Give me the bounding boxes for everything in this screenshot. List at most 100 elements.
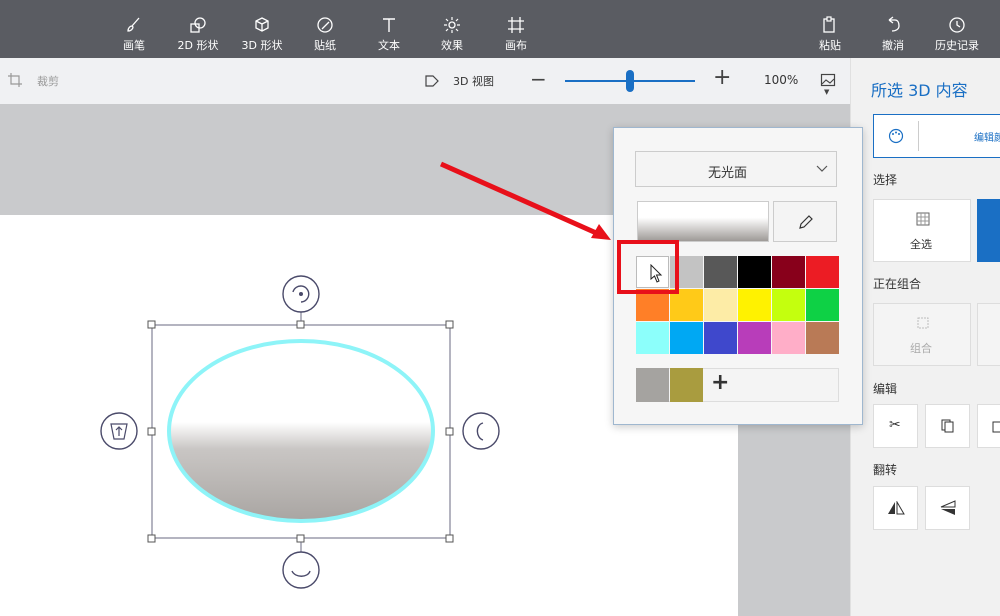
select-all-label: 全选 <box>910 238 932 251</box>
eyedropper-icon <box>799 215 813 229</box>
copy-icon <box>941 419 954 433</box>
zoom-value: 100% <box>764 73 799 87</box>
edit-color-label: 编辑颜 <box>974 133 1000 144</box>
shapes-2d-icon <box>190 17 206 33</box>
flip-horizontal-icon <box>888 501 905 515</box>
group-icon <box>917 317 929 329</box>
color-swatch[interactable] <box>772 289 805 321</box>
rotate-right-icon[interactable] <box>462 412 500 450</box>
depth-left-icon[interactable] <box>100 412 138 450</box>
brush-tool-label: 画笔 <box>123 39 145 52</box>
select-mode-button[interactable] <box>977 199 1000 262</box>
canvas-tool-label: 画布 <box>505 39 527 52</box>
custom-color-swatch[interactable] <box>670 368 703 402</box>
history-icon <box>949 17 965 33</box>
text-icon <box>383 18 395 32</box>
group-button[interactable]: 组合 <box>873 303 971 366</box>
brush-icon <box>127 17 140 32</box>
edit-section-title: 编辑 <box>873 382 898 396</box>
crop-icon[interactable] <box>7 72 23 88</box>
paste-icon <box>823 16 835 33</box>
3d-view-label[interactable]: 3D 视图 <box>453 73 494 89</box>
shapes-2d-tool-label: 2D 形状 <box>177 39 219 52</box>
color-swatch[interactable] <box>738 289 771 321</box>
shapes-2d-tool-button[interactable]: 2D 形状 <box>166 0 230 58</box>
finish-dropdown[interactable]: 无光面 <box>635 151 837 187</box>
view-toolbar: 裁剪 3D 视图 − + 100% ▼ <box>0 58 850 104</box>
3d-ellipse[interactable] <box>167 339 435 523</box>
flip-vertical-icon <box>940 500 956 515</box>
shapes-3d-tool-button[interactable]: 3D 形状 <box>230 0 294 58</box>
undo-label: 撤消 <box>882 39 904 52</box>
effects-tool-button[interactable]: 效果 <box>420 0 484 58</box>
group-label: 组合 <box>910 342 932 355</box>
color-swatch[interactable] <box>704 322 737 354</box>
sticker-tool-button[interactable]: 贴纸 <box>293 0 357 58</box>
add-color-button[interactable]: + <box>711 370 729 395</box>
paste-label: 粘贴 <box>819 39 841 52</box>
crop-label[interactable]: 裁剪 <box>37 73 59 89</box>
paste-button[interactable]: 粘贴 <box>798 0 862 58</box>
flip-vertical-button[interactable] <box>925 486 970 530</box>
rotate-top-icon[interactable] <box>282 275 320 313</box>
color-swatch[interactable] <box>738 256 771 288</box>
color-swatch[interactable] <box>806 256 839 288</box>
color-swatch[interactable] <box>704 256 737 288</box>
rotate-bottom-icon[interactable] <box>282 551 320 589</box>
chevron-down-icon[interactable]: ▼ <box>824 88 829 96</box>
annotation-arrow <box>439 161 611 240</box>
flip-horizontal-button[interactable] <box>873 486 918 530</box>
select-section-title: 选择 <box>873 173 898 187</box>
group-section-title: 正在组合 <box>873 277 922 291</box>
color-swatch[interactable] <box>704 289 737 321</box>
color-swatch[interactable] <box>738 322 771 354</box>
color-swatch[interactable] <box>772 256 805 288</box>
undo-button[interactable]: 撤消 <box>861 0 925 58</box>
right-panel: 所选 3D 内容 编辑颜 选择 全选 正在组合 组合 编辑 ✂ 翻转 <box>850 58 1000 616</box>
zoom-slider-thumb[interactable] <box>626 70 634 92</box>
zoom-in-icon[interactable]: + <box>713 65 731 90</box>
flip-section-title: 翻转 <box>873 463 898 477</box>
paste-panel-icon <box>992 421 1000 433</box>
sticker-icon <box>317 17 333 33</box>
finish-dropdown-value: 无光面 <box>708 166 748 181</box>
mouse-cursor-icon <box>650 264 663 283</box>
3d-view-icon[interactable] <box>424 73 440 89</box>
annotation-highlight-box <box>617 240 679 294</box>
brush-tool-button[interactable]: 画笔 <box>102 0 166 58</box>
current-color-preview <box>637 201 769 242</box>
color-swatch[interactable] <box>670 322 703 354</box>
text-tool-button[interactable]: 文本 <box>357 0 421 58</box>
color-swatch[interactable] <box>636 322 669 354</box>
ungroup-button[interactable] <box>977 303 1000 366</box>
select-all-button[interactable]: 全选 <box>873 199 971 262</box>
top-toolbar: 画笔 2D 形状 3D 形状 贴纸 文本 效果 画布 粘贴 撤消 历史记录 <box>0 0 1000 58</box>
color-swatch[interactable] <box>772 322 805 354</box>
history-button[interactable]: 历史记录 <box>925 0 989 58</box>
image-view-icon[interactable] <box>820 72 836 88</box>
history-label: 历史记录 <box>935 39 979 52</box>
canvas-tool-button[interactable]: 画布 <box>484 0 548 58</box>
edit-color-button[interactable]: 编辑颜 <box>873 114 1000 158</box>
text-tool-label: 文本 <box>378 39 400 52</box>
paste-panel-button[interactable] <box>977 404 1000 448</box>
scissors-icon: ✂ <box>889 417 901 433</box>
cut-button[interactable]: ✂ <box>873 404 918 448</box>
chevron-down-icon <box>816 165 828 172</box>
3d-object-selection[interactable] <box>95 270 515 600</box>
color-swatch[interactable] <box>806 322 839 354</box>
palette-icon <box>888 128 904 144</box>
undo-icon <box>888 16 900 32</box>
zoom-out-icon[interactable]: − <box>530 67 547 91</box>
eyedropper-button[interactable] <box>773 201 837 242</box>
select-all-icon <box>916 212 930 226</box>
color-swatch[interactable] <box>806 289 839 321</box>
sticker-tool-label: 贴纸 <box>314 39 336 52</box>
panel-title: 所选 3D 内容 <box>871 81 968 100</box>
shapes-3d-tool-label: 3D 形状 <box>241 39 283 52</box>
custom-color-swatch[interactable] <box>636 368 669 402</box>
effects-tool-label: 效果 <box>441 39 463 52</box>
canvas-icon <box>508 17 524 33</box>
cube-icon <box>255 17 269 32</box>
copy-button[interactable] <box>925 404 970 448</box>
